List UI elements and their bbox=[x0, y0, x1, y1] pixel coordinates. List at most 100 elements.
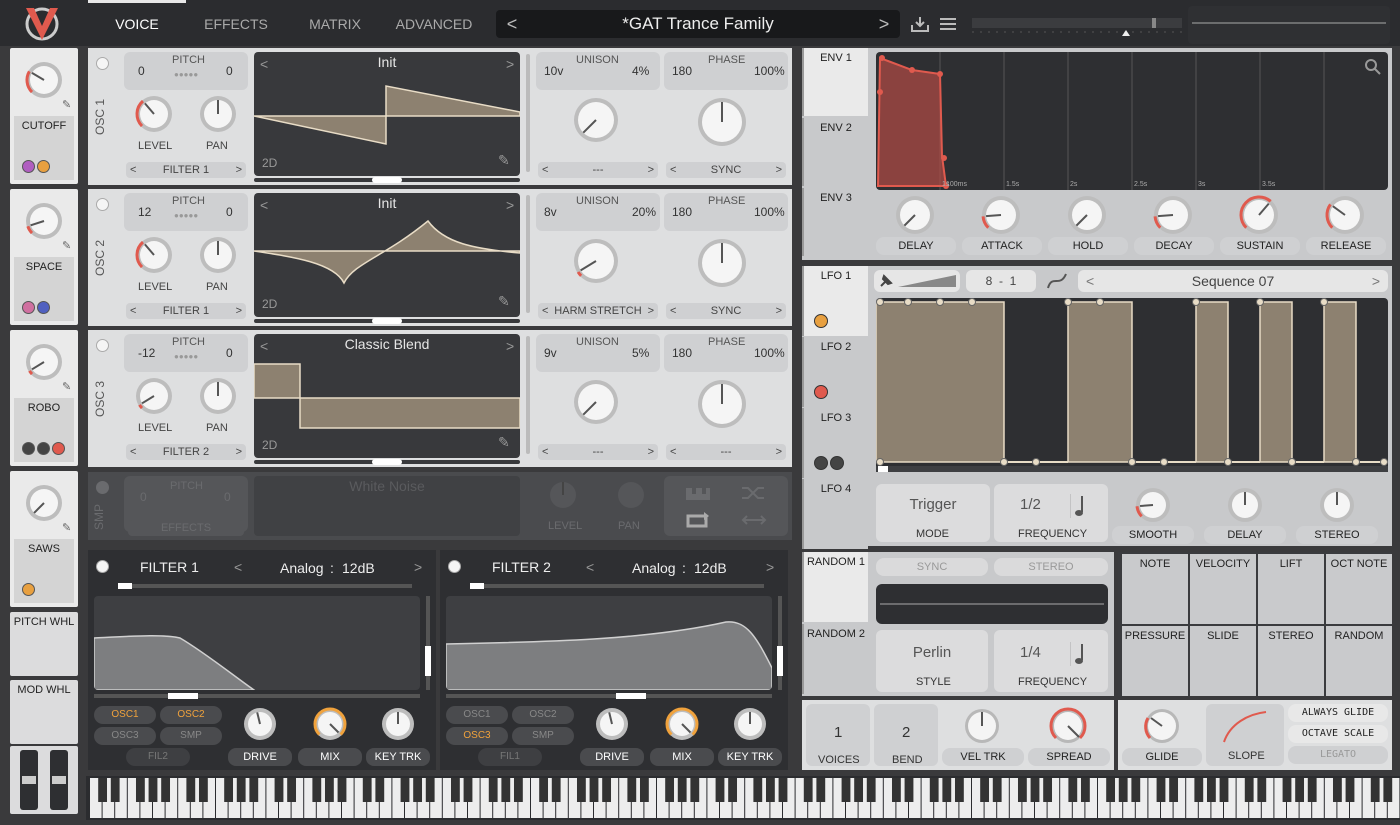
mod-dot[interactable] bbox=[22, 583, 35, 596]
save-icon[interactable] bbox=[910, 15, 930, 33]
unison-control[interactable]: 8v UNISON 20% bbox=[536, 193, 660, 231]
prev[interactable]: < bbox=[542, 303, 548, 319]
next[interactable]: > bbox=[776, 303, 782, 319]
unison-control[interactable]: 10v UNISON 4% bbox=[536, 52, 660, 90]
loop-icon[interactable] bbox=[684, 510, 712, 530]
filter-res-handle[interactable] bbox=[777, 646, 783, 676]
distortion-knob[interactable] bbox=[696, 237, 748, 289]
filter-drive-knob[interactable] bbox=[594, 706, 630, 742]
wave-frame-handle[interactable] bbox=[372, 459, 402, 465]
filter-prev[interactable]: < bbox=[586, 559, 594, 575]
lfo-tab-4[interactable]: LFO 4 bbox=[802, 479, 868, 549]
filter-cutoff-slider[interactable] bbox=[446, 694, 772, 698]
next[interactable]: > bbox=[648, 303, 654, 319]
pencil-icon[interactable]: ✎ bbox=[62, 239, 74, 252]
osc-filter-select[interactable]: < FILTER 1 > bbox=[126, 162, 246, 178]
slope-control[interactable]: SLOPE bbox=[1206, 704, 1284, 766]
lfo-smooth-knob[interactable] bbox=[1134, 486, 1172, 524]
filter-drive-knob[interactable] bbox=[242, 706, 278, 742]
sample-level-knob[interactable] bbox=[546, 478, 580, 512]
osc-power-toggle[interactable] bbox=[96, 57, 109, 70]
lfo-grid-size[interactable]: 8 - 1 bbox=[966, 270, 1036, 292]
distortion-select[interactable]: < --- > bbox=[666, 444, 786, 460]
osc-level-knob[interactable] bbox=[134, 376, 174, 416]
env-tab-2[interactable]: ENV 2 bbox=[802, 118, 868, 186]
lfo-tab-3[interactable]: LFO 3 bbox=[802, 408, 868, 478]
spectral-morph-select[interactable]: < --- > bbox=[538, 444, 658, 460]
filter-cutoff-handle[interactable] bbox=[168, 693, 198, 699]
wave-frame-handle[interactable] bbox=[372, 177, 402, 183]
env-attack-knob[interactable] bbox=[980, 194, 1022, 236]
octave-scale-toggle[interactable]: OCTAVE SCALE bbox=[1288, 725, 1388, 743]
filter-mix-knob[interactable] bbox=[312, 706, 348, 742]
filter-blend-handle[interactable] bbox=[118, 583, 132, 589]
osc-level-bar[interactable] bbox=[526, 336, 530, 454]
spectral-morph-select[interactable]: < --- > bbox=[538, 162, 658, 178]
filter-power-toggle[interactable] bbox=[96, 560, 109, 573]
mod-source-lift[interactable]: LIFT bbox=[1258, 554, 1324, 624]
wavetable-display[interactable]: Init < >2D ✎ bbox=[254, 52, 520, 176]
osc-pitch[interactable]: 12 PITCH ●●●●● 0 bbox=[124, 193, 248, 231]
macro-knob-3[interactable] bbox=[24, 483, 64, 523]
osc-power-toggle[interactable] bbox=[96, 339, 109, 352]
lfo-delay-knob[interactable] bbox=[1226, 486, 1264, 524]
filter-blend-slider[interactable] bbox=[470, 584, 764, 588]
distortion-knob[interactable] bbox=[696, 96, 748, 148]
osc-pitch[interactable]: -12 PITCH ●●●●● 0 bbox=[124, 334, 248, 372]
random-tab-2[interactable]: RANDOM 2 bbox=[802, 624, 868, 694]
pencil-icon[interactable]: ✎ bbox=[498, 152, 510, 169]
pencil-icon[interactable]: ✎ bbox=[498, 434, 510, 451]
filter-response-graph[interactable] bbox=[446, 596, 772, 690]
env-decay-knob[interactable] bbox=[1152, 194, 1194, 236]
lfo-tab-1[interactable]: LFO 1 bbox=[802, 266, 868, 336]
prev[interactable]: < bbox=[670, 162, 676, 178]
osc-power-toggle[interactable] bbox=[96, 198, 109, 211]
mod-dot[interactable] bbox=[37, 301, 50, 314]
lfo-preset[interactable]: < Sequence 07 > bbox=[1078, 270, 1388, 292]
random-style[interactable]: Perlin STYLE bbox=[876, 630, 988, 692]
menu-icon[interactable] bbox=[938, 15, 958, 33]
filter-route[interactable]: FIL2 bbox=[126, 748, 190, 766]
filter-mix-knob[interactable] bbox=[664, 706, 700, 742]
lfo-graph[interactable] bbox=[875, 298, 1388, 472]
next[interactable]: > bbox=[236, 162, 242, 178]
filter-source-osc3[interactable]: OSC3 bbox=[446, 727, 508, 745]
osc-label[interactable]: OSC 1 bbox=[93, 97, 107, 137]
macro-knob-2[interactable] bbox=[24, 342, 64, 382]
next[interactable]: > bbox=[776, 162, 782, 178]
env-tab-3[interactable]: ENV 3 bbox=[802, 188, 868, 256]
tab-effects[interactable]: EFFECTS bbox=[187, 0, 285, 46]
glide-knob[interactable] bbox=[1142, 706, 1182, 746]
osc-filter-select[interactable]: < FILTER 1 > bbox=[126, 303, 246, 319]
sample-destination[interactable]: EFFECTS bbox=[128, 520, 244, 536]
filter-cutoff-handle[interactable] bbox=[616, 693, 646, 699]
filter-source-osc3[interactable]: OSC3 bbox=[94, 727, 156, 745]
prev[interactable]: < bbox=[130, 162, 136, 178]
random-sync-button[interactable]: SYNC bbox=[876, 558, 988, 576]
mod-source-note[interactable]: NOTE bbox=[1122, 554, 1188, 624]
filter-source-smp[interactable]: SMP bbox=[160, 727, 222, 745]
lfo-shape-selector[interactable] bbox=[874, 270, 960, 292]
filter-blend-slider[interactable] bbox=[118, 584, 412, 588]
keytrack-icon[interactable] bbox=[684, 484, 712, 502]
pin-icon[interactable] bbox=[878, 273, 894, 289]
spectral-knob[interactable] bbox=[572, 378, 620, 426]
osc-pan-knob[interactable] bbox=[198, 235, 238, 275]
mod-dot[interactable] bbox=[37, 160, 50, 173]
lfo-mode[interactable]: Trigger MODE bbox=[876, 484, 990, 542]
keyboard[interactable] bbox=[86, 776, 1400, 820]
search-icon[interactable] bbox=[1364, 58, 1382, 76]
next[interactable]: > bbox=[236, 303, 242, 319]
mod-wheel[interactable] bbox=[50, 750, 68, 810]
osc-pan-knob[interactable] bbox=[198, 376, 238, 416]
preset-selector[interactable]: < *GAT Trance Family > bbox=[496, 10, 900, 38]
lfo-mod-dot[interactable] bbox=[830, 456, 844, 470]
lfo-next[interactable]: > bbox=[1372, 270, 1380, 292]
osc-filter-select[interactable]: < FILTER 2 > bbox=[126, 444, 246, 460]
filter-res-handle[interactable] bbox=[425, 646, 431, 676]
filter-cutoff-slider[interactable] bbox=[94, 694, 420, 698]
wave-frame-handle[interactable] bbox=[372, 318, 402, 324]
sample-display[interactable]: White Noise bbox=[254, 476, 520, 536]
pitch-wheel[interactable] bbox=[20, 750, 38, 810]
legato-toggle[interactable]: LEGATO bbox=[1288, 746, 1388, 764]
